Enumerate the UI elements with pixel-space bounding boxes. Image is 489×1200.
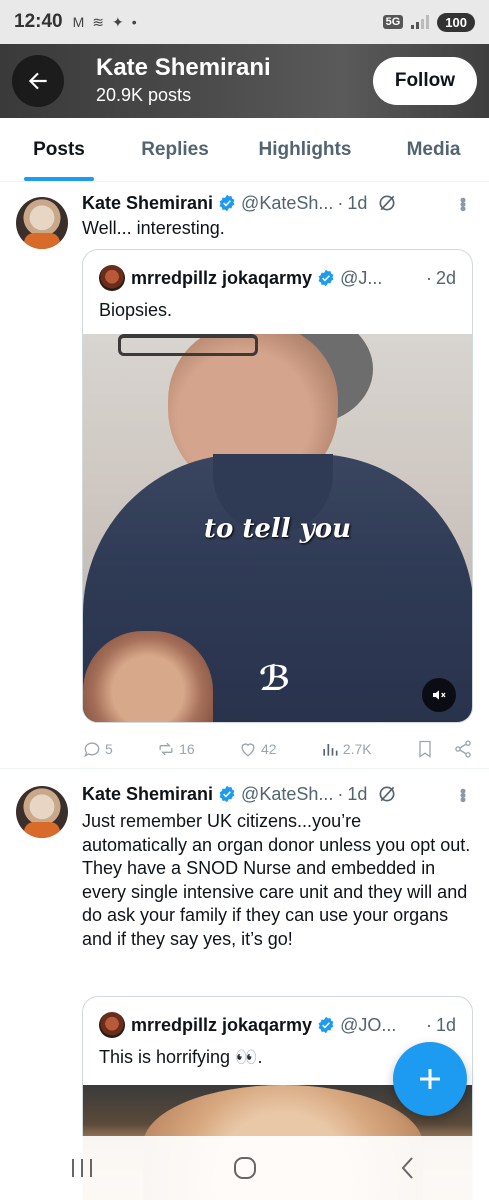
post[interactable]: Kate Shemirani @KateSh... · 1d ••• Well.… (0, 183, 489, 769)
author-handle[interactable]: @KateSh... (241, 784, 333, 805)
share-icon[interactable] (453, 739, 473, 759)
plus-icon (420, 1069, 440, 1089)
quote-avatar (99, 265, 125, 291)
quoted-post[interactable]: mrredpillz jokaqarmy @J... · 2d Biopsies… (82, 249, 473, 723)
grok-icon[interactable] (377, 784, 397, 804)
heart-icon (241, 743, 255, 757)
system-nav-bar (0, 1136, 489, 1200)
quote-handle: @J... (340, 267, 383, 288)
repost-icon (159, 742, 173, 756)
verified-icon (318, 269, 334, 287)
profile-header: Kate Shemirani 20.9K posts Follow (0, 44, 489, 118)
home-button[interactable] (215, 1148, 275, 1188)
follow-button[interactable]: Follow (372, 57, 477, 105)
tab-highlights[interactable]: Highlights (232, 118, 378, 181)
like-button[interactable]: 42 (238, 739, 277, 759)
reply-button[interactable]: 5 (82, 739, 113, 759)
watermark-logo-icon: ℬ (259, 660, 291, 698)
reply-count: 5 (105, 741, 113, 757)
tab-posts[interactable]: Posts (0, 118, 118, 181)
arrow-left-icon (28, 72, 47, 90)
recent-apps-button[interactable] (52, 1148, 112, 1188)
profile-tabs: Posts Replies Highlights Media (0, 118, 489, 182)
battery-indicator: 100 (437, 12, 475, 32)
like-count: 42 (260, 741, 277, 757)
network-type: 5G (382, 15, 404, 29)
dot-icon: • (131, 14, 137, 30)
compose-post-button[interactable] (393, 1042, 467, 1116)
more-options-icon[interactable]: ••• (452, 788, 473, 801)
quote-avatar (99, 1012, 125, 1038)
repost-count: 16 (179, 741, 195, 757)
author-handle[interactable]: @KateSh... (241, 193, 333, 214)
post-actions: 5 16 42 2.7K (82, 737, 473, 761)
grok-icon[interactable] (377, 193, 397, 213)
bookmark-icon[interactable] (415, 739, 435, 759)
tab-media[interactable]: Media (378, 118, 489, 181)
quote-author-name: mrredpillz jokaqarmy (131, 267, 313, 288)
status-time: 12:40 (14, 11, 63, 32)
signal-icon (411, 15, 430, 29)
tab-replies[interactable]: Replies (118, 118, 232, 181)
post-text: Just remember UK citizens...you’re autom… (82, 811, 471, 949)
speaker-muted-icon (433, 690, 446, 700)
views-count: 2.7K (342, 741, 372, 757)
views-button[interactable]: 2.7K (320, 739, 372, 759)
quote-text: This is horrifying 👀. (99, 1047, 263, 1067)
group-icon: ✦ (112, 13, 124, 30)
status-bar: 12:40 M ≋ ✦ • 5G 100 (0, 0, 489, 44)
recent-apps-icon (71, 1159, 92, 1177)
author-name[interactable]: Kate Shemirani (82, 784, 213, 805)
verified-icon (219, 194, 235, 212)
system-back-button[interactable] (378, 1148, 438, 1188)
home-icon (233, 1157, 256, 1179)
more-options-icon[interactable]: ••• (452, 197, 473, 210)
quote-handle: @JO... (340, 1014, 397, 1035)
chevron-left-icon (401, 1157, 413, 1179)
back-button[interactable] (12, 55, 64, 107)
posts-count: 20.9K posts (96, 85, 192, 105)
avatar[interactable] (16, 197, 68, 249)
wifi-calling-icon: ≋ (92, 13, 105, 30)
reply-icon (84, 742, 100, 758)
views-chart-icon (323, 744, 338, 756)
notification-icons: M ≋ ✦ • (73, 14, 137, 31)
avatar[interactable] (16, 786, 68, 838)
quote-author-name: mrredpillz jokaqarmy (131, 1014, 313, 1035)
profile-name: Kate Shemirani (96, 54, 271, 81)
quote-video[interactable]: to tell you ℬ (83, 334, 472, 722)
quote-time: 2d (435, 267, 456, 288)
author-name[interactable]: Kate Shemirani (82, 193, 213, 214)
mute-button[interactable] (422, 678, 456, 712)
video-caption: to tell you (203, 514, 352, 544)
repost-button[interactable]: 16 (156, 739, 195, 759)
verified-icon (219, 785, 235, 803)
verified-icon (318, 1016, 334, 1034)
quote-time: 1d (435, 1014, 456, 1035)
post-text: Well... interesting. (82, 218, 225, 238)
quote-text: Biopsies. (99, 300, 173, 320)
gmail-icon: M (72, 14, 85, 30)
post-time[interactable]: 1d (347, 784, 367, 805)
post-time[interactable]: 1d (347, 193, 367, 214)
